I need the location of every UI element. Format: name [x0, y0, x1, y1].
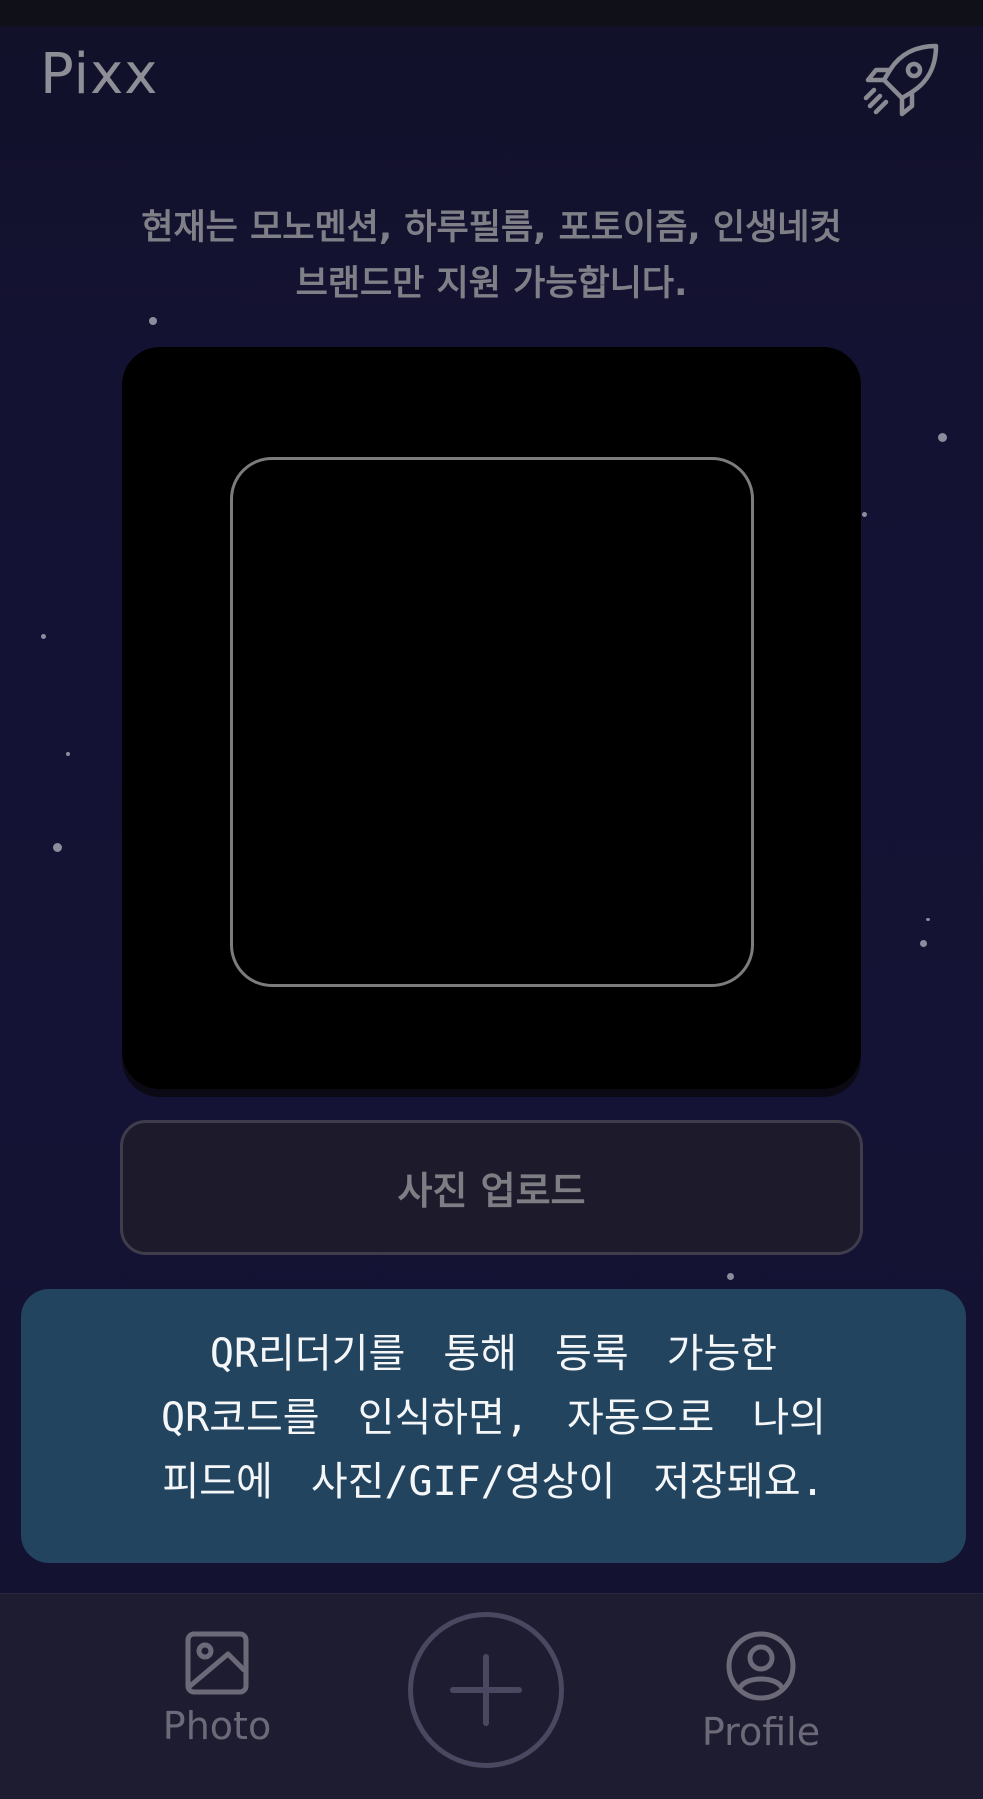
nav-label-photo: Photo: [162, 1704, 272, 1748]
nav-item-photo[interactable]: Photo: [117, 1594, 317, 1799]
image-icon: [185, 1631, 249, 1695]
star-dot: [727, 1273, 734, 1280]
star-dot: [926, 918, 930, 921]
rocket-icon[interactable]: [862, 40, 944, 122]
star-dot: [920, 940, 927, 947]
info-toast: QR리더기를 통해 등록 가능한 QR코드를 인식하면, 자동으로 나의 피드에…: [21, 1289, 966, 1563]
star-dot: [149, 317, 157, 325]
toast-line-1: QR리더기를 통해 등록 가능한: [209, 1331, 778, 1377]
qr-camera-view[interactable]: [122, 347, 861, 1089]
app-screen: Pixx 현재는 모노멘션, 하루필름, 포토이즘, 인생네컷 브랜드만 지원 …: [0, 0, 983, 1799]
nav-label-profile: Profile: [701, 1710, 821, 1754]
plus-icon: [450, 1654, 522, 1726]
qr-scan-frame: [230, 457, 754, 987]
notice-line-2: 브랜드만 지원 가능합니다.: [295, 264, 688, 304]
supported-brands-notice: 현재는 모노멘션, 하루필름, 포토이즘, 인생네컷 브랜드만 지원 가능합니다…: [100, 200, 883, 312]
star-dot: [862, 512, 867, 517]
status-bar: [0, 0, 983, 26]
app-title: Pixx: [40, 42, 159, 107]
star-dot: [66, 752, 70, 756]
add-post-button[interactable]: [408, 1612, 564, 1768]
star-dot: [53, 843, 62, 852]
nav-item-profile[interactable]: Profile: [661, 1594, 861, 1799]
photo-upload-button[interactable]: 사진 업로드: [120, 1120, 863, 1255]
star-dot: [41, 634, 46, 639]
star-dot: [938, 433, 947, 442]
notice-line-1: 현재는 모노멘션, 하루필름, 포토이즘, 인생네컷: [141, 208, 842, 248]
toast-line-3: 피드에 사진/GIF/영상이 저장돼요.: [162, 1459, 825, 1505]
user-circle-icon: [726, 1631, 796, 1701]
toast-line-2: QR코드를 인식하면, 자동으로 나의: [161, 1395, 826, 1441]
